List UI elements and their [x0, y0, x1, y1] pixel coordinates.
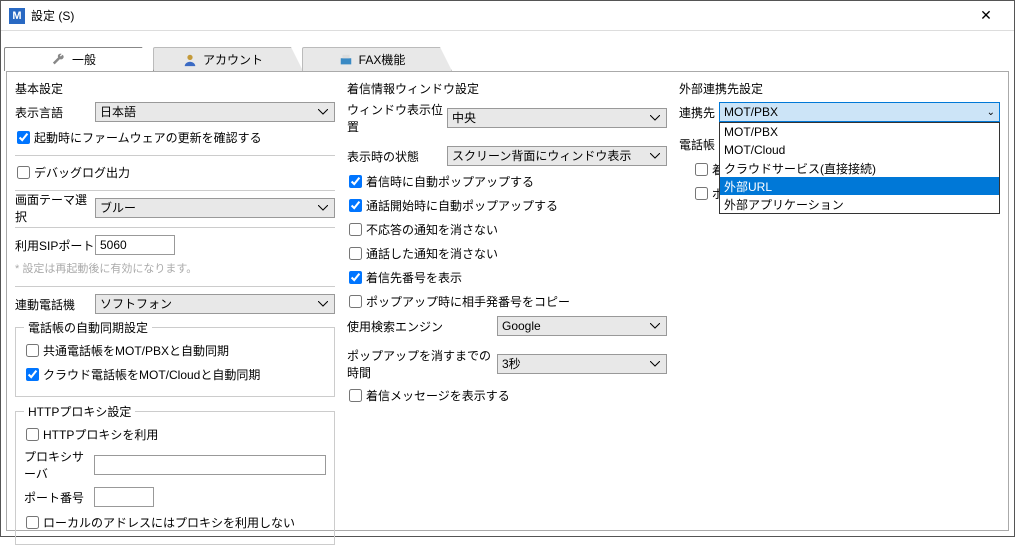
theme-label: 画面テーマ選択: [15, 191, 95, 225]
popup-callstart-checkbox[interactable]: [349, 199, 362, 212]
proxy-port-input[interactable]: [94, 487, 154, 507]
link-select[interactable]: MOT/PBX ⌄ MOT/PBXMOT/Cloudクラウドサービス(直接接続)…: [719, 102, 1000, 122]
http-enable-row[interactable]: HTTPプロキシを利用: [24, 424, 326, 444]
close-time-label: ポップアップを消すまでの時間: [347, 347, 497, 381]
proxy-server-input[interactable]: [94, 455, 326, 475]
tab-account[interactable]: アカウント: [153, 47, 303, 71]
sync-pbx-checkbox[interactable]: [26, 344, 39, 357]
language-select[interactable]: 日本語: [95, 102, 335, 122]
app-icon: M: [9, 8, 25, 24]
restart-hint: * 設定は再起動後に有効になります。: [15, 260, 335, 276]
http-legend: HTTPプロキシ設定: [24, 403, 135, 420]
show-caller-row[interactable]: 着信先番号を表示: [347, 267, 667, 287]
theme-select[interactable]: ブルー: [95, 198, 335, 218]
engine-select[interactable]: Google: [497, 316, 667, 336]
sync-legend: 電話帳の自動同期設定: [24, 319, 152, 336]
proxy-server-label: プロキシサーバ: [24, 448, 94, 482]
content-panel: 基本設定 表示言語 日本語 起動時にファームウェアの更新を確認する デバッグログ…: [6, 71, 1009, 531]
sip-port-label: 利用SIPポート: [15, 237, 95, 254]
link-option[interactable]: MOT/Cloud: [720, 141, 999, 159]
phone-select[interactable]: ソフトフォン: [95, 294, 335, 314]
popup-callstart-row[interactable]: 通話開始時に自動ポップアップする: [347, 195, 667, 215]
wrench-icon: [52, 53, 66, 67]
local-noproxy-checkbox[interactable]: [26, 516, 39, 529]
tab-bar: 一般 アカウント FAX機能: [1, 43, 1014, 71]
link-option[interactable]: 外部URL: [720, 177, 999, 195]
show-msg-row[interactable]: 着信メッセージを表示する: [347, 385, 667, 405]
engine-label: 使用検索エンジン: [347, 318, 497, 335]
copy-number-row[interactable]: ポップアップ時に相手発番号をコピー: [347, 291, 667, 311]
called-keep-label: 通話した通知を消さない: [366, 245, 498, 262]
phone-label: 連動電話機: [15, 296, 95, 313]
popup-incoming-checkbox[interactable]: [349, 175, 362, 188]
popup-callstart-label: 通話開始時に自動ポップアップする: [366, 197, 558, 214]
sync-pbx-row[interactable]: 共通電話帳をMOT/PBXと自動同期: [24, 340, 326, 360]
close-button[interactable]: ✕: [966, 2, 1006, 30]
copy-number-checkbox[interactable]: [349, 295, 362, 308]
noanswer-keep-label: 不応答の通知を消さない: [366, 221, 498, 238]
popup-incoming-label: 着信時に自動ポップアップする: [366, 173, 534, 190]
show-msg-label: 着信メッセージを表示する: [366, 387, 510, 404]
called-keep-checkbox[interactable]: [349, 247, 362, 260]
chevron-down-icon: ⌄: [987, 107, 995, 118]
tab-label: FAX機能: [359, 51, 406, 68]
close-time-select[interactable]: 3秒: [497, 354, 667, 374]
window-pos-select[interactable]: 中央: [447, 108, 667, 128]
noanswer-keep-row[interactable]: 不応答の通知を消さない: [347, 219, 667, 239]
firmware-label: 起動時にファームウェアの更新を確認する: [34, 129, 262, 146]
http-proxy-group: HTTPプロキシ設定 HTTPプロキシを利用 プロキシサーバ ポート番号 ローカ…: [15, 403, 335, 545]
phonebook-sync-group: 電話帳の自動同期設定 共通電話帳をMOT/PBXと自動同期 クラウド電話帳をMO…: [15, 319, 335, 397]
titlebar: M 設定 (S) ✕: [1, 1, 1014, 31]
sync-cloud-checkbox[interactable]: [26, 368, 39, 381]
incoming-settings-column: 着信情報ウィンドウ設定 ウィンドウ表示位置 中央 表示時の状態 スクリーン背面に…: [347, 80, 667, 522]
sync-pbx-label: 共通電話帳をMOT/PBXと自動同期: [43, 342, 229, 359]
window-pos-label: ウィンドウ表示位置: [347, 101, 447, 135]
link-label: 連携先: [679, 104, 719, 121]
sip-port-input[interactable]: [95, 235, 175, 255]
show-caller-checkbox[interactable]: [349, 271, 362, 284]
http-enable-checkbox[interactable]: [26, 428, 39, 441]
called-keep-row[interactable]: 通話した通知を消さない: [347, 243, 667, 263]
language-label: 表示言語: [15, 104, 95, 121]
hidden-checkbox-2[interactable]: [695, 187, 708, 200]
section-title: 外部連携先設定: [679, 80, 1000, 97]
window-title: 設定 (S): [31, 7, 966, 24]
noanswer-keep-checkbox[interactable]: [349, 223, 362, 236]
tab-label: 一般: [72, 51, 96, 68]
local-noproxy-label: ローカルのアドレスにはプロキシを利用しない: [43, 514, 295, 531]
proxy-port-label: ポート番号: [24, 489, 94, 506]
basic-settings-column: 基本設定 表示言語 日本語 起動時にファームウェアの更新を確認する デバッグログ…: [15, 80, 335, 522]
phonebook-label: 電話帳: [679, 136, 719, 153]
tab-fax[interactable]: FAX機能: [302, 47, 452, 71]
settings-window: M 設定 (S) ✕ 一般 アカウント FAX機能 基本設定 表示言語 日本語: [0, 0, 1015, 537]
link-selected-value: MOT/PBX: [724, 105, 778, 119]
tab-general[interactable]: 一般: [4, 47, 154, 71]
fax-icon: [339, 53, 353, 67]
debug-log-row[interactable]: デバッグログ出力: [15, 162, 335, 182]
http-enable-label: HTTPプロキシを利用: [43, 426, 158, 443]
user-icon: [183, 53, 197, 67]
link-options: MOT/PBXMOT/Cloudクラウドサービス(直接接続)外部URL外部アプリ…: [719, 122, 1000, 214]
link-option[interactable]: 外部アプリケーション: [720, 195, 999, 213]
local-noproxy-row[interactable]: ローカルのアドレスにはプロキシを利用しない: [24, 512, 326, 532]
sync-cloud-label: クラウド電話帳をMOT/Cloudと自動同期: [43, 366, 260, 383]
external-link-column: 外部連携先設定 連携先 MOT/PBX ⌄ MOT/PBXMOT/Cloudクラ…: [679, 80, 1000, 522]
sync-cloud-row[interactable]: クラウド電話帳をMOT/Cloudと自動同期: [24, 364, 326, 384]
popup-incoming-row[interactable]: 着信時に自動ポップアップする: [347, 171, 667, 191]
show-caller-label: 着信先番号を表示: [366, 269, 462, 286]
debug-checkbox[interactable]: [17, 166, 30, 179]
display-state-label: 表示時の状態: [347, 148, 447, 165]
show-msg-checkbox[interactable]: [349, 389, 362, 402]
firmware-check-row[interactable]: 起動時にファームウェアの更新を確認する: [15, 127, 335, 147]
display-state-select[interactable]: スクリーン背面にウィンドウ表示: [447, 146, 667, 166]
firmware-checkbox[interactable]: [17, 131, 30, 144]
hidden-checkbox-1[interactable]: [695, 163, 708, 176]
section-title: 着信情報ウィンドウ設定: [347, 80, 667, 97]
section-title: 基本設定: [15, 80, 335, 97]
tab-label: アカウント: [203, 51, 263, 68]
link-option[interactable]: MOT/PBX: [720, 123, 999, 141]
link-option[interactable]: クラウドサービス(直接接続): [720, 159, 999, 177]
debug-label: デバッグログ出力: [34, 164, 130, 181]
copy-number-label: ポップアップ時に相手発番号をコピー: [366, 293, 570, 310]
